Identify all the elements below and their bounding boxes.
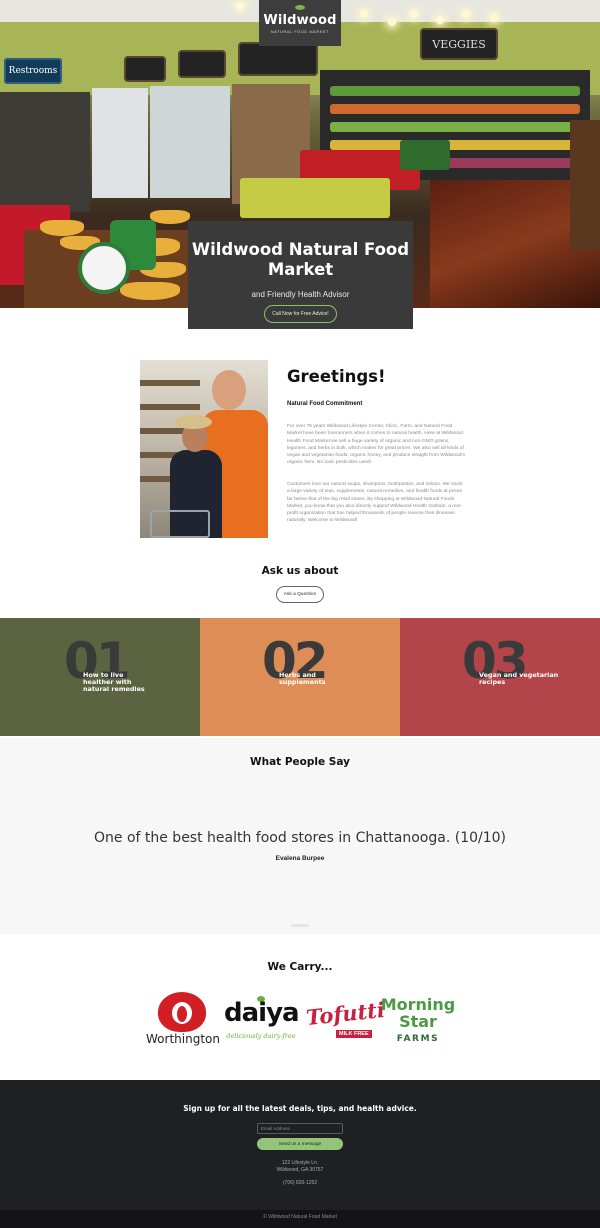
- photo-man-head: [212, 370, 246, 410]
- copyright-text: © Wildwood Natural Food Market: [263, 1214, 337, 1220]
- produce-row: [330, 86, 580, 96]
- ceiling-light: [388, 18, 396, 26]
- slider-dot[interactable]: [291, 924, 309, 927]
- ceiling-light: [490, 14, 498, 22]
- testimonial-author: Evalena Burpee: [275, 855, 325, 862]
- tofutti-tagline: MILK FREE: [336, 1030, 372, 1038]
- ceiling-light: [462, 10, 470, 18]
- ask-question-button[interactable]: Ask a Question: [276, 586, 324, 603]
- photo-shelf: [140, 380, 200, 386]
- worthington-flower-icon: [158, 992, 206, 1032]
- greetings-paragraph: Customers love our natural soaps, shampo…: [287, 482, 463, 524]
- ceiling-light: [236, 2, 244, 10]
- topic-label: How to live healther with natural remedi…: [83, 671, 145, 694]
- ceiling-light: [436, 16, 444, 24]
- daiya-name: daiya: [224, 998, 300, 1028]
- ceiling-light: [360, 10, 368, 18]
- hero-subtitle: and Friendly Health Advisor: [251, 290, 350, 299]
- testimonials-heading: What People Say: [250, 756, 350, 768]
- morningstar-tagline: FARMS: [396, 1034, 440, 1044]
- topic-label: Vegan and vegetarian recipes: [479, 671, 559, 687]
- worthington-logo: Worthington: [142, 992, 224, 1050]
- produce-row: [330, 104, 580, 114]
- greetings-subtitle: Natural Food Commitment: [287, 401, 363, 407]
- chalkboard-sign: [124, 56, 166, 82]
- morningstar-logo: Morning Star FARMS: [377, 996, 459, 1046]
- phone-number[interactable]: (706) 820-1252: [0, 1180, 600, 1186]
- email-field[interactable]: [257, 1123, 343, 1134]
- address-line: 122 Lifestyle Ln.: [281, 1160, 319, 1166]
- produce-scale: [78, 242, 130, 294]
- banana: [150, 210, 190, 224]
- newsletter-heading: Sign up for all the latest deals, tips, …: [183, 1104, 417, 1113]
- tofutti-name: Tofutti: [304, 996, 386, 1031]
- send-message-button[interactable]: Send us a message: [257, 1138, 343, 1150]
- fridge: [150, 86, 230, 198]
- veggies-sign: VEGGIES: [420, 28, 498, 60]
- store-shelf: [0, 92, 90, 212]
- morningstar-name-line2: Star: [399, 1012, 437, 1031]
- chalkboard-sign: [178, 50, 226, 78]
- greetings-title: Greetings!: [287, 367, 386, 386]
- photo-hat: [174, 415, 212, 429]
- cucumber-bin: [400, 140, 450, 170]
- banana-bin: [240, 178, 390, 218]
- leaf-icon: [295, 5, 305, 10]
- fridge: [92, 88, 148, 198]
- photo-cart: [150, 510, 210, 538]
- worthington-name: Worthington: [146, 1032, 220, 1046]
- daiya-tagline: deliciously dairy-free: [226, 1032, 296, 1040]
- topic-label: Herbs and supplements: [279, 671, 326, 687]
- banana: [120, 282, 180, 300]
- logo-wordmark: Wildwood: [263, 12, 337, 28]
- hero-card: Wildwood Natural Food Market and Friendl…: [188, 221, 413, 329]
- banana: [40, 220, 84, 236]
- address-line: Wildwood, GA 30757: [276, 1167, 324, 1173]
- hero-title: Wildwood Natural Food Market: [191, 240, 410, 279]
- testimonial-quote: One of the best health food stores in Ch…: [93, 830, 506, 846]
- we-carry-title: We Carry...: [267, 961, 333, 973]
- ask-us-title: Ask us about: [261, 565, 339, 577]
- ceiling-light: [410, 10, 418, 18]
- logo-tagline: NATURAL FOOD MARKET: [270, 29, 330, 34]
- shoppers-photo: [140, 360, 268, 538]
- wood-shelf: [570, 120, 600, 250]
- call-now-button[interactable]: Call Now for Free Advice!: [264, 305, 337, 323]
- produce-row: [330, 140, 580, 150]
- chalkboard-sign: [238, 42, 318, 76]
- tofutti-logo: Tofutti MILK FREE: [305, 997, 386, 1041]
- restrooms-sign: Restrooms: [4, 58, 62, 84]
- daiya-logo: daiya deliciously dairy-free: [224, 996, 300, 1046]
- morningstar-name: Morning Star: [377, 996, 459, 1030]
- photo-shelf: [140, 404, 200, 410]
- greetings-paragraph: For over 75 years Wildwood Lifestyle Cen…: [287, 424, 465, 466]
- produce-row: [330, 122, 580, 132]
- site-logo[interactable]: Wildwood NATURAL FOOD MARKET: [259, 0, 341, 46]
